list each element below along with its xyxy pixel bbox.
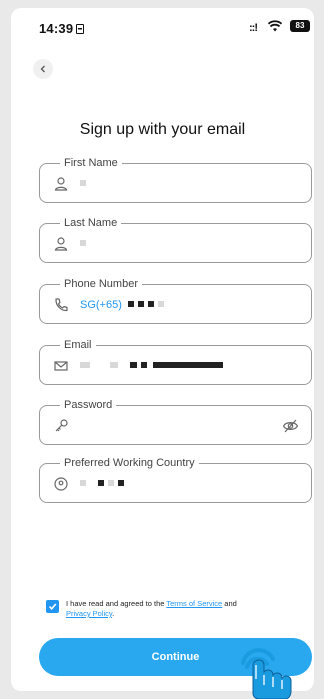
person-icon (54, 177, 68, 191)
first-name-label: First Name (60, 156, 122, 170)
phone-number-value: SG(+65) (80, 298, 168, 312)
agreement-checkbox[interactable] (46, 600, 59, 613)
battery-icon: 83 (290, 20, 310, 32)
terms-of-service-link[interactable]: Terms of Service (166, 599, 222, 608)
email-label: Email (60, 338, 96, 352)
last-name-value (80, 237, 90, 251)
phone-screen: 14:39 ::! 83 Sign up with your email Fir… (11, 8, 314, 691)
last-name-field[interactable]: Last Name (39, 216, 312, 263)
email-value (80, 359, 227, 373)
working-country-label: Preferred Working Country (60, 456, 199, 470)
phone-icon (55, 298, 68, 312)
agreement-text: I have read and agreed to the Terms of S… (66, 599, 237, 618)
tap-hand-icon (241, 648, 292, 699)
password-label: Password (60, 398, 117, 412)
privacy-policy-link[interactable]: Privacy Policy (66, 609, 112, 618)
email-field[interactable]: Email (39, 338, 312, 385)
first-name-field[interactable]: First Name (39, 156, 312, 203)
mail-icon (54, 361, 68, 371)
password-field[interactable]: Password (39, 398, 312, 445)
first-name-value (80, 177, 90, 191)
last-name-label: Last Name (60, 216, 122, 230)
checkmark-icon (48, 603, 57, 610)
eye-off-icon[interactable] (282, 418, 299, 434)
phone-number-field[interactable]: Phone Number SG(+65) (39, 277, 312, 324)
chevron-left-icon (40, 65, 45, 73)
status-bar: 14:39 ::! 83 (11, 8, 314, 46)
signal-icon: ::! (249, 22, 258, 34)
wifi-icon (268, 20, 282, 32)
working-country-value (80, 477, 128, 491)
country-code[interactable]: SG(+65) (80, 299, 122, 311)
status-time: 14:39 (39, 21, 85, 36)
page-title: Sign up with your email (79, 121, 246, 138)
key-icon (55, 419, 68, 432)
phone-number-label: Phone Number (60, 277, 142, 291)
back-button[interactable] (33, 59, 53, 79)
location-icon (54, 477, 68, 491)
lock-icon (76, 24, 85, 34)
person-icon (54, 237, 68, 251)
working-country-field[interactable]: Preferred Working Country (39, 456, 312, 503)
